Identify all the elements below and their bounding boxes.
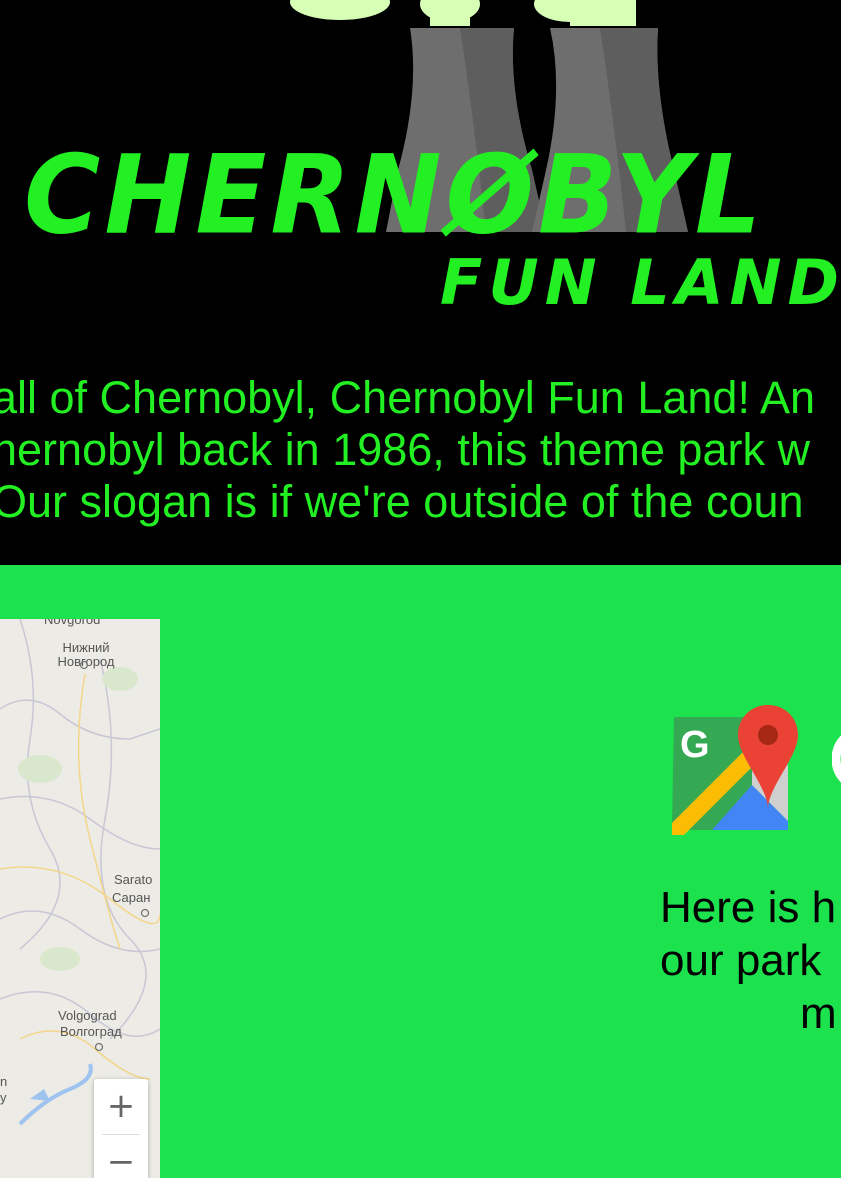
map-city-label: Sarato bbox=[114, 873, 152, 887]
map-city-latin: n bbox=[0, 1074, 8, 1089]
map-city-cyrillic: Нижний Новгород bbox=[57, 640, 115, 669]
map-city-latin: Sarato bbox=[114, 872, 153, 887]
intro-line: Our slogan is if we're outside of the co… bbox=[0, 476, 804, 527]
directions-line: Here is h bbox=[660, 883, 837, 932]
map-city-label: Саран bbox=[112, 891, 150, 905]
map-city-cyrillic: Волгоград bbox=[60, 1024, 122, 1039]
intro-line: hernobyl back in 1986, this theme park w bbox=[0, 424, 810, 475]
map-city-label: y bbox=[0, 1091, 7, 1105]
directions-line: m bbox=[800, 989, 837, 1038]
map-city-label: n bbox=[0, 1075, 7, 1089]
embedded-map[interactable]: Novgorod Нижний Новгород Sarato Саран Vo… bbox=[0, 619, 160, 1178]
park-logo-title: CHERNØBYL bbox=[24, 130, 766, 259]
park-logo-subtitle: FUN LAND bbox=[440, 246, 841, 319]
directions-line: our park bbox=[660, 936, 822, 985]
map-city-label: Волгоград bbox=[60, 1025, 122, 1039]
svg-text:G: G bbox=[680, 724, 710, 766]
location-section: Novgorod Нижний Новгород Sarato Саран Vo… bbox=[0, 565, 841, 1178]
map-city-cyrillic: y bbox=[0, 1090, 7, 1105]
map-city-label: Volgograd bbox=[58, 1009, 117, 1023]
google-maps-icon: G bbox=[672, 705, 798, 835]
intro-line: all of Chernobyl, Chernobyl Fun Land! An bbox=[0, 372, 816, 423]
map-city-cyrillic: Саран bbox=[112, 890, 151, 905]
map-zoom-controls: + − bbox=[94, 1079, 148, 1178]
intro-paragraph: all of Chernobyl, Chernobyl Fun Land! An… bbox=[0, 372, 841, 528]
directions-text: Here is h our park m bbox=[660, 881, 841, 1040]
map-city-label: Novgorod bbox=[44, 619, 100, 627]
zoom-out-button[interactable]: − bbox=[94, 1135, 148, 1178]
google-maps-wordmark-icon bbox=[832, 735, 841, 783]
map-city-latin: Volgograd bbox=[58, 1008, 117, 1023]
zoom-in-button[interactable]: + bbox=[94, 1079, 148, 1133]
hero-banner: CHERNØBYL FUN LAND all of Chernobyl, Che… bbox=[0, 0, 841, 565]
map-city-latin: Novgorod bbox=[44, 619, 101, 627]
map-city-label: Нижний Новгород bbox=[46, 627, 126, 669]
